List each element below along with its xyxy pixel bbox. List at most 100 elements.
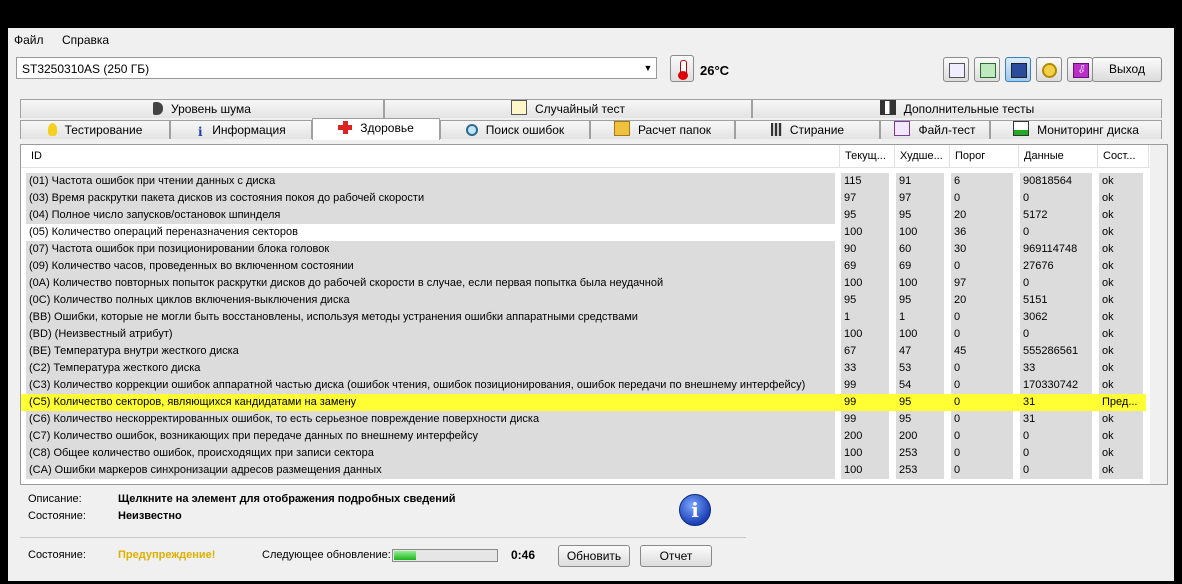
cell-data: 90818564	[1020, 173, 1092, 190]
exit-button[interactable]: Выход	[1092, 57, 1162, 82]
tab-error-scan[interactable]: Поиск ошибок	[440, 120, 590, 139]
col-header-worst[interactable]: Худше...	[900, 150, 943, 162]
folder-icon	[613, 121, 630, 136]
col-header-id[interactable]: ID	[31, 150, 42, 162]
table-header: ID Текущ... Худше... Порог Данные Сост..…	[21, 145, 1167, 168]
cell-threshold: 0	[951, 326, 1013, 343]
table-row[interactable]: (09) Количество часов, проведенных во вк…	[21, 258, 1146, 275]
cell-data: 31	[1020, 411, 1092, 428]
cell-current: 99	[841, 411, 889, 428]
cell-status: ok	[1099, 190, 1143, 207]
file-test-icon	[894, 121, 911, 136]
cell-current: 100	[841, 445, 889, 462]
thermometer-icon[interactable]	[670, 55, 694, 82]
tabs-row-1: Уровень шума Случайный тест Дополнительн…	[20, 99, 1162, 118]
cell-threshold: 30	[951, 241, 1013, 258]
cell-worst: 54	[896, 377, 944, 394]
copy-button[interactable]	[943, 57, 969, 82]
smart-table: ID Текущ... Худше... Порог Данные Сост..…	[20, 144, 1168, 485]
table-row[interactable]: (01) Частота ошибок при чтении данных с …	[21, 173, 1146, 190]
col-header-data[interactable]: Данные	[1024, 150, 1064, 162]
refresh-button[interactable]: Обновить	[558, 545, 630, 567]
tab-health[interactable]: Здоровье	[312, 118, 440, 140]
copy-table-button[interactable]	[974, 57, 1000, 82]
detail-state-label: Состояние:	[28, 510, 86, 522]
table-row[interactable]: (07) Частота ошибок при позиционировании…	[21, 241, 1146, 258]
download-button[interactable]: ⇩	[1067, 57, 1093, 82]
cell-id: (C2) Температура жесткого диска	[26, 360, 835, 377]
cell-data: 170330742	[1020, 377, 1092, 394]
cell-threshold: 0	[951, 445, 1013, 462]
chevron-down-icon[interactable]: ▼	[640, 58, 656, 78]
tab-additional-tests[interactable]: Дополнительные тесты	[752, 99, 1162, 118]
cell-current: 115	[841, 173, 889, 190]
menu-help[interactable]: Справка	[62, 33, 109, 47]
table-row[interactable]: (C3) Количество коррекции ошибок аппарат…	[21, 377, 1146, 394]
copy-icon	[949, 63, 965, 78]
report-button[interactable]: Отчет	[640, 545, 712, 567]
table-row[interactable]: (0C) Количество полных циклов включения-…	[21, 292, 1146, 309]
table-row[interactable]: (BB) Ошибки, которые не могли быть восст…	[21, 309, 1146, 326]
cell-status: Пред...	[1099, 394, 1143, 411]
tabs-row-2: Тестирование i Информация Здоровье Поиск …	[20, 118, 1162, 140]
cell-id: (05) Количество операций переназначения …	[26, 224, 835, 241]
cell-id: (C6) Количество нескорректированных ошиб…	[26, 411, 835, 428]
tab-file-test[interactable]: Файл-тест	[880, 120, 990, 139]
cell-worst: 47	[896, 343, 944, 360]
tab-noise-level[interactable]: Уровень шума	[20, 99, 384, 118]
col-header-threshold[interactable]: Порог	[955, 150, 985, 162]
cell-worst: 100	[896, 275, 944, 292]
tab-folder-calc[interactable]: Расчет папок	[590, 120, 735, 139]
cell-data: 27676	[1020, 258, 1092, 275]
tab-label: Информация	[212, 123, 286, 137]
cell-id: (0A) Количество повторных попыток раскру…	[26, 275, 835, 292]
cell-current: 99	[841, 394, 889, 411]
cell-status: ok	[1099, 224, 1143, 241]
cell-threshold: 0	[951, 258, 1013, 275]
cell-data: 0	[1020, 462, 1092, 479]
cell-id: (BD) (Неизвестный атрибут)	[26, 326, 835, 343]
status-value: Предупреждение!	[118, 549, 216, 561]
cell-data: 969114748	[1020, 241, 1092, 258]
tab-label: Поиск ошибок	[485, 123, 565, 137]
bulb-icon	[47, 123, 57, 136]
table-row[interactable]: (0A) Количество повторных попыток раскру…	[21, 275, 1146, 292]
cell-worst: 100	[896, 224, 944, 241]
tab-disk-monitoring[interactable]: Мониторинг диска	[990, 120, 1162, 139]
table-row[interactable]: (CA) Ошибки маркеров синхронизации адрес…	[21, 462, 1146, 479]
table-row[interactable]: (C8) Общее количество ошибок, происходящ…	[21, 445, 1146, 462]
table-row[interactable]: (05) Количество операций переназначения …	[21, 224, 1146, 241]
settings-button[interactable]	[1036, 57, 1062, 82]
cell-id: (04) Полное число запусков/остановок шпи…	[26, 207, 835, 224]
cell-status: ok	[1099, 343, 1143, 360]
menu-file[interactable]: Файл	[14, 33, 44, 47]
cell-current: 97	[841, 190, 889, 207]
cell-worst: 95	[896, 411, 944, 428]
cell-worst: 95	[896, 292, 944, 309]
temperature-value: 26°C	[700, 63, 730, 78]
cell-worst: 91	[896, 173, 944, 190]
copy-green-icon	[980, 63, 996, 78]
table-row[interactable]: (C2) Температура жесткого диска 33 53 0 33 ok	[21, 360, 1146, 377]
drive-select[interactable]: ST3250310AS (250 ГБ) ▼	[16, 57, 657, 79]
table-row[interactable]: (04) Полное число запусков/остановок шпи…	[21, 207, 1146, 224]
tab-testing[interactable]: Тестирование	[20, 120, 170, 139]
tab-label: Здоровье	[360, 121, 414, 135]
tab-information[interactable]: i Информация	[170, 120, 312, 139]
col-header-status[interactable]: Сост...	[1103, 150, 1136, 162]
cell-id: (01) Частота ошибок при чтении данных с …	[26, 173, 835, 190]
tab-erase[interactable]: Стирание	[735, 120, 880, 139]
col-header-current[interactable]: Текущ...	[845, 150, 886, 162]
tab-random-test[interactable]: Случайный тест	[384, 99, 752, 118]
table-row[interactable]: (C5) Количество секторов, являющихся кан…	[21, 394, 1146, 411]
table-row[interactable]: (C7) Количество ошибок, возникающих при …	[21, 428, 1146, 445]
trash-icon	[770, 123, 782, 136]
cell-status: ok	[1099, 377, 1143, 394]
cell-id: (C8) Общее количество ошибок, происходящ…	[26, 445, 835, 462]
table-row[interactable]: (03) Время раскрутки пакета дисков из со…	[21, 190, 1146, 207]
save-button[interactable]	[1005, 57, 1031, 82]
table-row[interactable]: (C6) Количество нескорректированных ошиб…	[21, 411, 1146, 428]
cell-status: ok	[1099, 258, 1143, 275]
table-row[interactable]: (BD) (Неизвестный атрибут) 100 100 0 0 ok	[21, 326, 1146, 343]
table-row[interactable]: (BE) Температура внутри жесткого диска 67…	[21, 343, 1146, 360]
